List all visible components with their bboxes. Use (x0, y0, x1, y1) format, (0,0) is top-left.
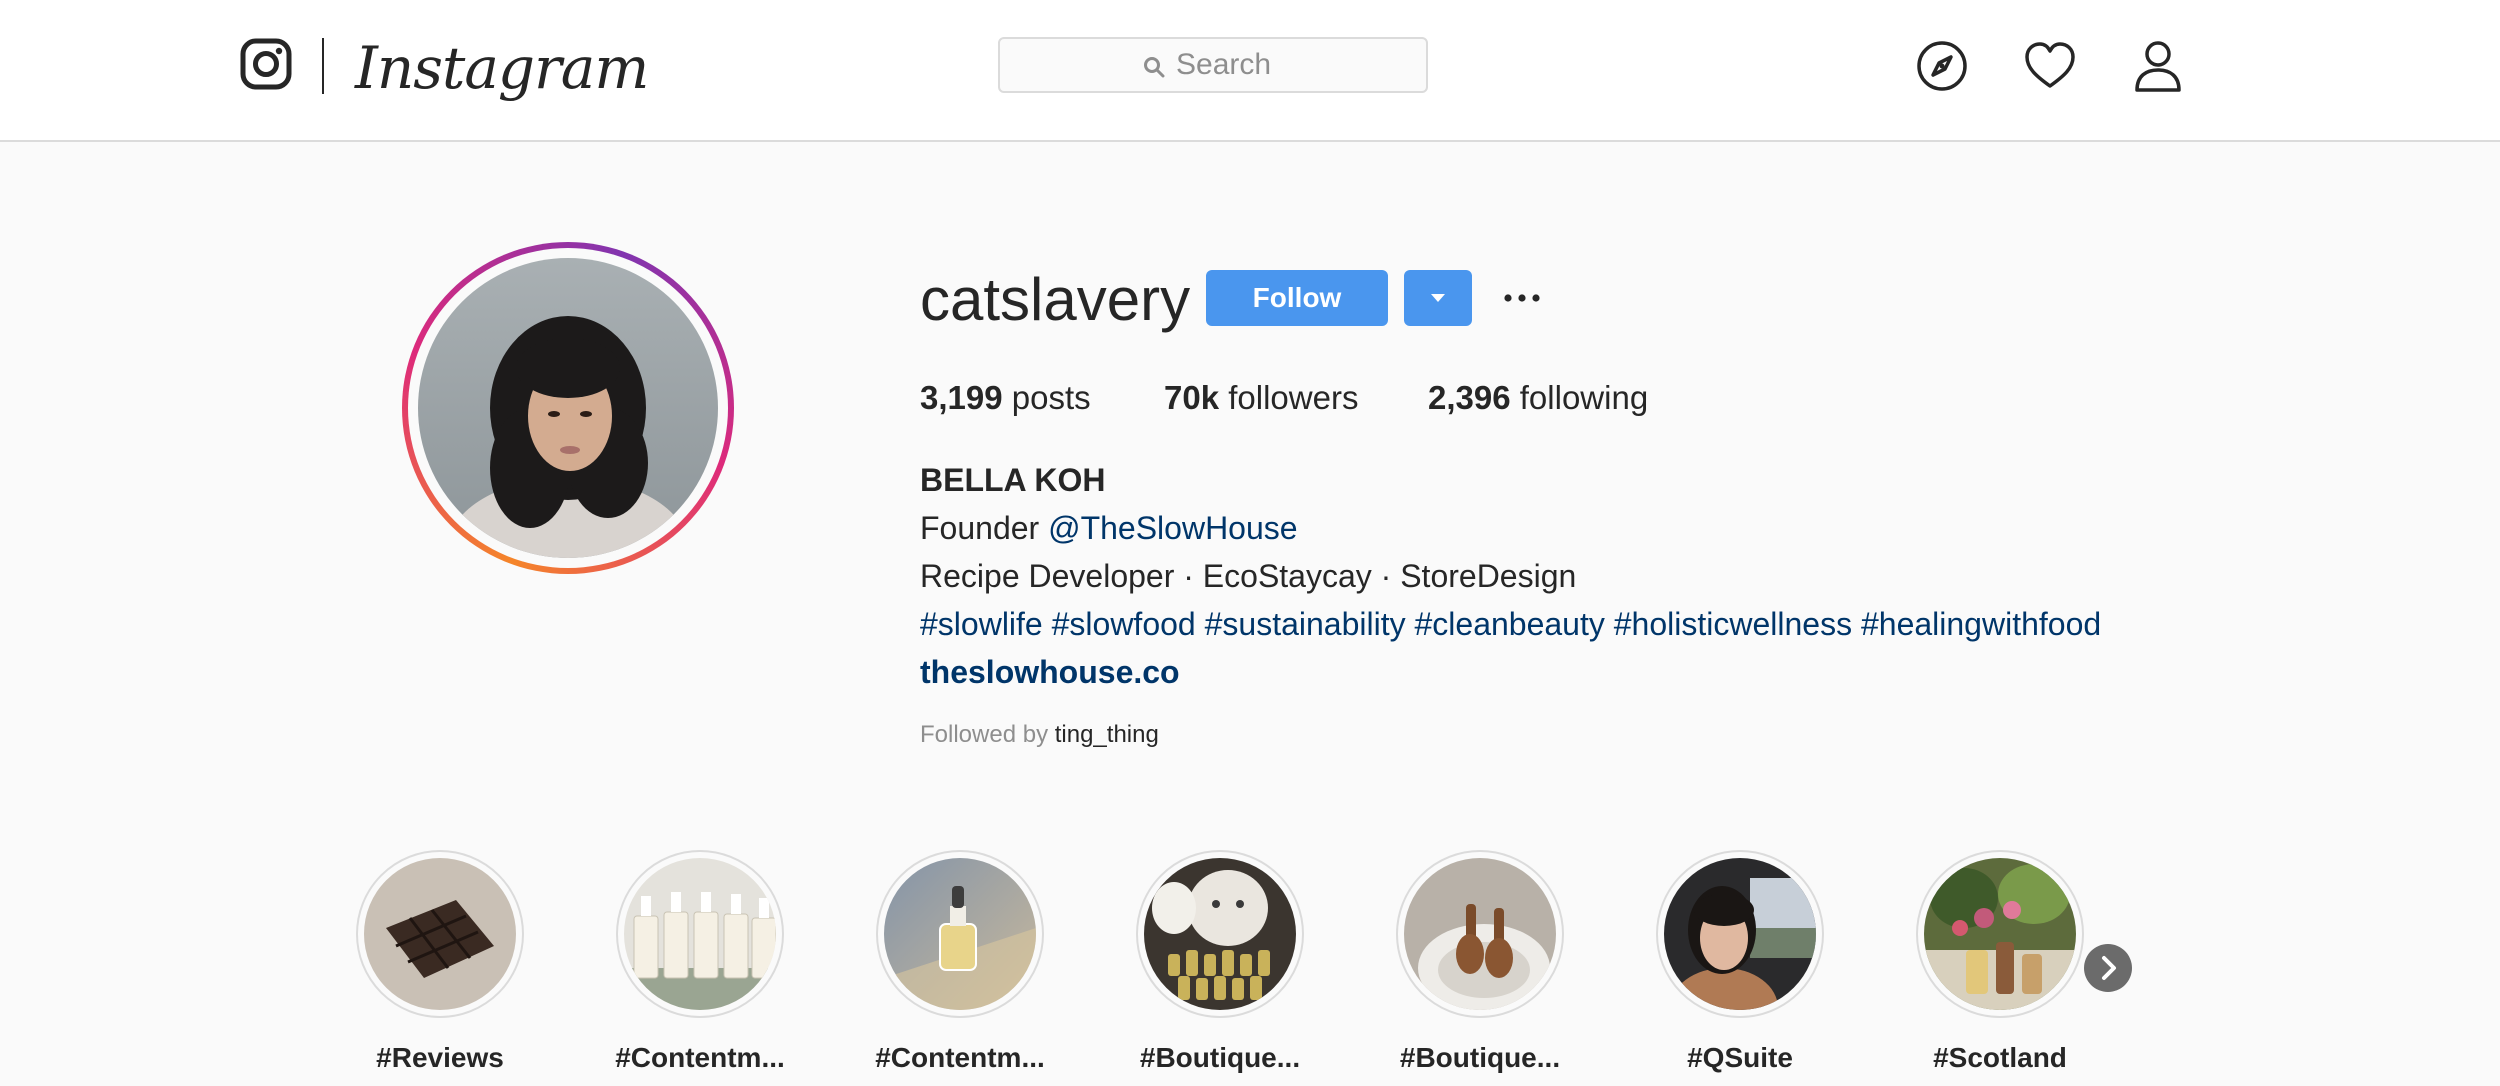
heart-icon[interactable] (2022, 38, 2078, 94)
website-link[interactable]: theslowhouse.co (920, 648, 2220, 696)
followers-stat[interactable]: 70k followers (1164, 376, 1358, 420)
highlight-item[interactable]: #QSuite (1640, 850, 1840, 1086)
posts-count: 3,199 (920, 379, 1003, 416)
highlight-ring (1916, 850, 2084, 1018)
following-stat[interactable]: 2,396 following (1428, 376, 1648, 420)
profile-full-name: BELLA KOH (920, 462, 1106, 498)
highlight-item[interactable]: #Contentm... (860, 850, 1060, 1086)
highlight-item[interactable]: #Reviews (340, 850, 540, 1086)
bio-founder-line: Founder @TheSlowHouse (920, 504, 2220, 552)
highlight-ring (876, 850, 1044, 1018)
highlight-ring (616, 850, 784, 1018)
story-ring[interactable] (402, 242, 734, 574)
highlight-item[interactable]: #Contentm... (600, 850, 800, 1086)
highlight-ring (1136, 850, 1304, 1018)
highlights-next-button[interactable] (2084, 944, 2132, 992)
highlight-thumbnail (884, 858, 1036, 1010)
compass-icon[interactable] (1914, 38, 1970, 94)
profile-username: catslavery (920, 266, 1191, 333)
following-label: following (1510, 379, 1649, 416)
highlight-label: #Contentm... (875, 1042, 1045, 1073)
highlight-thumbnail (1924, 858, 2076, 1010)
highlight-label: #QSuite (1687, 1042, 1793, 1073)
chevron-right-icon (2102, 956, 2116, 980)
caret-down-icon (1431, 294, 1445, 302)
instagram-logo-icon[interactable] (240, 38, 292, 90)
highlight-item[interactable]: #Scotland (1900, 850, 2100, 1086)
highlight-item[interactable]: #Boutique... (1120, 850, 1320, 1086)
profile-bio: BELLA KOH Founder @TheSlowHouse Recipe D… (920, 456, 2220, 696)
search-box[interactable] (998, 37, 1428, 93)
highlight-ring (1396, 850, 1564, 1018)
user-icon[interactable] (2130, 38, 2186, 94)
highlight-label: #Boutique... (1399, 1042, 1561, 1073)
avatar[interactable] (418, 258, 718, 558)
search-input[interactable] (1176, 39, 1416, 91)
top-nav: Instagram (0, 0, 2500, 142)
posts-stat: 3,199 posts (920, 376, 1091, 420)
highlight-ring (1656, 850, 1824, 1018)
instagram-wordmark[interactable]: Instagram (355, 28, 649, 108)
highlight-thumbnail (1144, 858, 1296, 1010)
following-count: 2,396 (1428, 379, 1511, 416)
highlight-ring (356, 850, 524, 1018)
founder-mention-link[interactable]: @TheSlowHouse (1048, 510, 1297, 546)
highlight-label: #Scotland (1933, 1042, 2067, 1073)
suggestions-dropdown-button[interactable] (1404, 270, 1472, 326)
posts-label: posts (1002, 379, 1091, 416)
highlight-thumbnail (1404, 858, 1556, 1010)
highlight-thumbnail (1664, 858, 1816, 1010)
highlight-item[interactable]: #Boutique... (1380, 850, 1580, 1086)
followed-by-prefix: Followed by (920, 721, 1055, 748)
followed-by: Followed by ting_thing (920, 718, 1159, 752)
search-icon (1144, 57, 1165, 78)
highlight-thumbnail (624, 858, 776, 1010)
bio-founder-prefix: Founder (920, 510, 1049, 546)
followers-label: followers (1219, 379, 1359, 416)
followed-by-user-link[interactable]: ting_thing (1055, 721, 1159, 748)
logo-divider (322, 38, 324, 94)
highlight-label: #Contentm... (615, 1042, 785, 1073)
follow-button[interactable]: Follow (1206, 270, 1388, 326)
highlight-label: #Boutique... (1139, 1042, 1301, 1073)
bio-hashtags[interactable]: #slowlife #slowfood #sustainability #cle… (920, 600, 2220, 648)
highlight-thumbnail (364, 858, 516, 1010)
highlight-label: #Reviews (376, 1042, 504, 1073)
more-options-icon[interactable] (1500, 280, 1544, 316)
followers-count: 70k (1164, 379, 1220, 416)
bio-tagline: Recipe Developer · EcoStaycay · StoreDes… (920, 558, 1577, 594)
